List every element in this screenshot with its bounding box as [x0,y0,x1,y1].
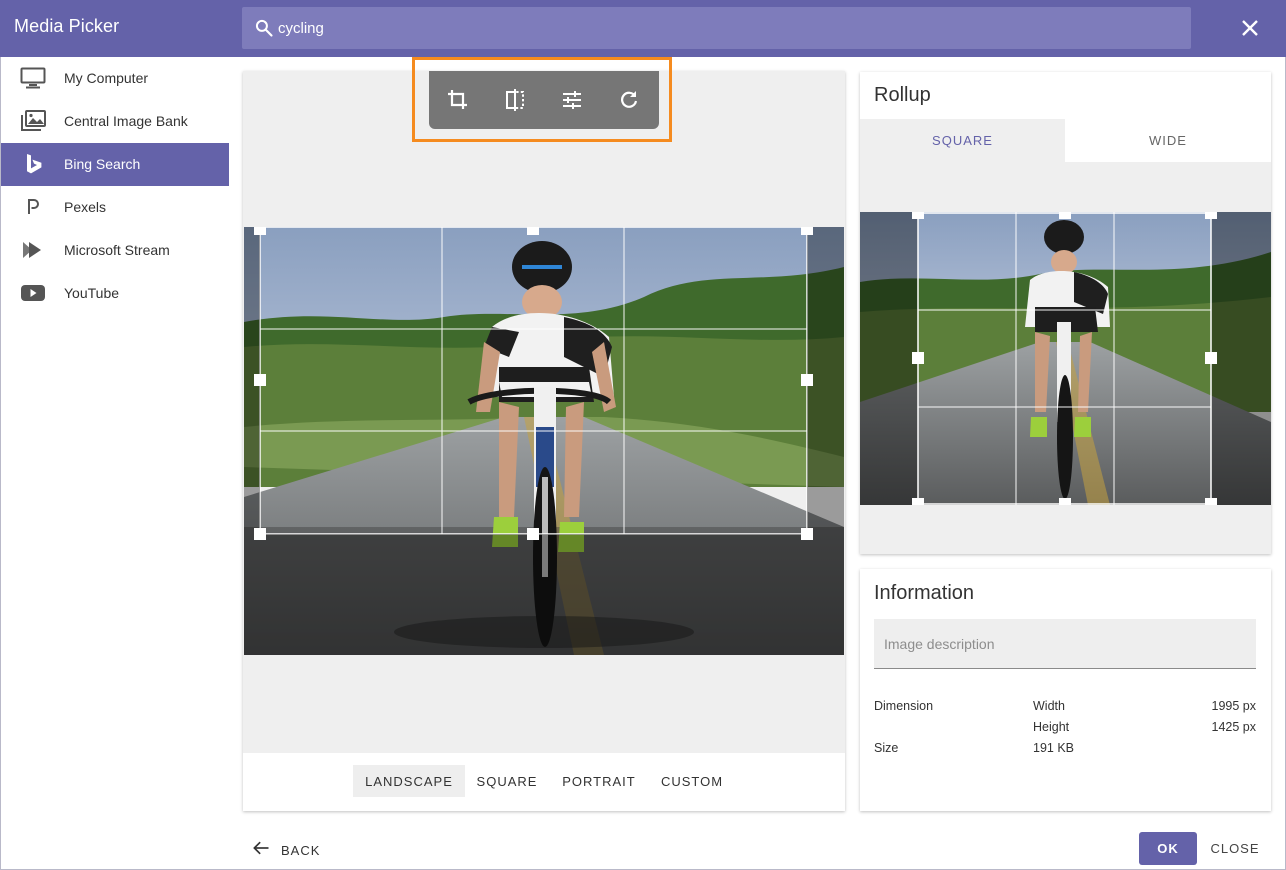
bing-icon [20,153,46,175]
cyclist-thumbnail [860,212,1271,505]
search-input[interactable] [278,17,1158,39]
back-button[interactable]: BACK [251,838,320,863]
app-title: Media Picker [14,16,120,36]
rollup-header: Rollup [860,72,1271,119]
image-description-field[interactable] [874,619,1256,669]
ok-button[interactable]: OK [1139,832,1197,865]
photo-crop-area[interactable] [244,227,844,655]
rollup-preview[interactable] [860,212,1271,505]
image-editor-panel: LANDSCAPE SQUARE PORTRAIT CUSTOM [243,71,845,811]
sidebar-item-label: My Computer [64,70,149,86]
rotate-icon[interactable] [617,88,641,112]
height-value: 1425 px [1211,720,1256,734]
cyclist-photo [244,227,844,655]
sidebar-item-microsoft-stream[interactable]: Microsoft Stream [1,229,229,272]
pexels-icon [20,196,46,218]
sidebar-item-label: YouTube [64,285,120,301]
rollup-panel: Rollup SQUARE WIDE [860,72,1271,554]
sidebar-item-my-computer[interactable]: My Computer [1,57,229,100]
sidebar-item-label: Central Image Bank [64,113,188,129]
crop-icon[interactable] [446,88,470,112]
search-icon [254,18,274,43]
sidebar-item-label: Pexels [64,199,107,215]
edit-toolbar [429,71,659,129]
rollup-title: Rollup [874,84,931,106]
stream-icon [20,239,46,261]
sidebar-item-label: Bing Search [64,156,141,172]
image-library-icon [20,110,46,132]
adjust-icon[interactable] [560,88,584,112]
information-panel: Information Dimension Width 1995 px Heig… [860,569,1271,811]
sidebar-item-bing-search[interactable]: Bing Search [1,143,229,186]
ratio-custom-button[interactable]: CUSTOM [652,765,732,797]
ratio-landscape-button[interactable]: LANDSCAPE [353,765,465,797]
sidebar-item-central-image-bank[interactable]: Central Image Bank [1,100,229,143]
aspect-ratio-bar: LANDSCAPE SQUARE PORTRAIT CUSTOM [243,753,845,811]
height-label: Height [1033,720,1070,734]
tab-wide[interactable]: WIDE [1065,119,1271,162]
arrow-left-icon [251,838,271,863]
information-title: Information [874,582,975,604]
dimension-label: Dimension [874,699,934,713]
width-value: 1995 px [1211,699,1256,713]
close-icon[interactable] [1238,16,1262,40]
sidebar-item-pexels[interactable]: Pexels [1,186,229,229]
size-label: Size [874,741,899,755]
search-box[interactable] [242,7,1191,49]
ratio-portrait-button[interactable]: PORTRAIT [554,765,644,797]
back-label: BACK [281,843,321,858]
sidebar-item-youtube[interactable]: YouTube [1,272,229,315]
close-button[interactable]: CLOSE [1207,832,1263,865]
source-sidebar: My Computer Central Image Bank Bing Sear… [1,57,229,315]
width-label: Width [1033,699,1065,713]
header-bar: Media Picker [0,0,1286,57]
tab-square[interactable]: SQUARE [860,119,1065,162]
monitor-icon [20,67,46,89]
youtube-icon [20,282,46,304]
size-value: 191 KB [1033,741,1075,755]
ratio-square-button[interactable]: SQUARE [470,765,544,797]
flip-icon[interactable] [503,88,527,112]
sidebar-item-label: Microsoft Stream [64,242,170,258]
